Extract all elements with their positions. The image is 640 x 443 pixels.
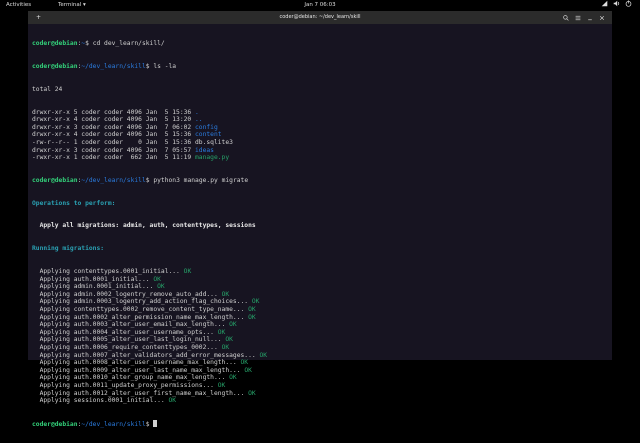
- migration-line: Applying auth.0001_initial... OK: [32, 276, 610, 284]
- menu-icon[interactable]: [573, 13, 582, 22]
- migration-line: Applying contenttypes.0001_initial... OK: [32, 268, 610, 276]
- volume-icon[interactable]: [613, 0, 620, 12]
- migration-text: Applying admin.0002_logentry_remove_auto…: [32, 290, 222, 298]
- migration-text: Applying auth.0007_alter_validators_add_…: [32, 351, 260, 359]
- ok-status: OK: [217, 328, 226, 336]
- migration-text: Applying contenttypes.0002_remove_conten…: [32, 305, 249, 313]
- migration-line: Applying contenttypes.0002_remove_conten…: [32, 306, 610, 314]
- prompt-line: coder@debian:~/dev_learn/skill$: [32, 419, 610, 428]
- title-bar: + coder@debian: ~/dev_learn/skill: [28, 11, 612, 24]
- migration-text: Applying contenttypes.0001_initial...: [32, 268, 184, 275]
- migration-text: Applying auth.0005_alter_user_last_login…: [32, 336, 226, 344]
- migration-line: Applying auth.0012_alter_user_first_name…: [32, 390, 610, 398]
- migration-line: Applying auth.0011_update_proxy_permissi…: [32, 382, 610, 390]
- ls-row: -rw-r--r-- 1 coder coder 0 Jan 5 15:36 d…: [32, 139, 610, 147]
- file-name: ideas: [195, 146, 214, 154]
- ls-row: drwxr-xr-x 3 coder coder 4096 Jan 7 05:5…: [32, 147, 610, 155]
- file-name: content: [195, 131, 222, 139]
- output-heading: Running migrations:: [32, 245, 105, 253]
- search-icon[interactable]: [561, 13, 570, 22]
- ok-status: OK: [221, 343, 230, 351]
- migration-text: Applying auth.0009_alter_user_last_name_…: [32, 366, 245, 374]
- ls-row: drwxr-xr-x 3 coder coder 4096 Jan 7 06:0…: [32, 124, 610, 132]
- command-text: ls -la: [153, 62, 177, 70]
- command-text: python3 manage.py migrate: [153, 176, 249, 184]
- migration-text: Applying auth.0011_update_proxy_permissi…: [32, 381, 218, 389]
- migration-line: Applying admin.0003_logentry_add_action_…: [32, 298, 610, 306]
- ls-row: -rwxr-xr-x 1 coder coder 662 Jan 5 11:19…: [32, 154, 610, 162]
- file-name: config: [195, 123, 218, 131]
- ok-status: OK: [225, 336, 233, 344]
- migration-text: Applying auth.0003_alter_user_email_max_…: [32, 321, 230, 329]
- text-cursor: [153, 419, 158, 427]
- migration-text: Applying sessions.0001_initial...: [32, 397, 169, 405]
- minimize-icon[interactable]: [585, 13, 594, 22]
- clock[interactable]: Jan 7 06:03: [0, 0, 640, 11]
- file-name: .: [195, 108, 199, 116]
- window-title: coder@debian: ~/dev_learn/skill: [279, 14, 361, 20]
- file-meta: -rw-r--r-- 1 coder coder 0 Jan 5 15:36: [32, 138, 196, 146]
- ls-row: drwxr-xr-x 4 coder coder 4096 Jan 5 15:3…: [32, 131, 610, 139]
- migration-line: Applying admin.0001_initial... OK: [32, 283, 610, 291]
- output-line: Apply all migrations: admin, auth, conte…: [32, 222, 256, 230]
- migration-line: Applying sessions.0001_initial... OK: [32, 397, 610, 405]
- output-heading: Operations to perform:: [32, 199, 116, 207]
- ok-status: OK: [248, 305, 256, 313]
- migration-text: Applying admin.0003_logentry_add_action_…: [32, 298, 252, 306]
- migration-text: Applying auth.0006_require_contenttypes_…: [32, 343, 222, 351]
- power-icon[interactable]: [625, 0, 632, 12]
- migration-text: Applying auth.0012_alter_user_first_name…: [32, 389, 249, 397]
- migration-text: Applying auth.0002_alter_permission_name…: [32, 313, 249, 321]
- file-meta: drwxr-xr-x 4 coder coder 4096 Jan 5 15:3…: [32, 131, 196, 139]
- terminal-window: + coder@debian: ~/dev_learn/skill coder@…: [28, 11, 612, 428]
- migration-text: Applying auth.0001_initial...: [32, 275, 154, 283]
- terminal-output[interactable]: coder@debian:~$ cd dev_learn/skill/ code…: [32, 25, 610, 428]
- command-text: cd dev_learn/skill/: [92, 40, 165, 48]
- migration-line: Applying auth.0007_alter_validators_add_…: [32, 352, 610, 360]
- top-bar: Activities Terminal ▾ Jan 7 06:03: [0, 0, 640, 11]
- file-meta: drwxr-xr-x 3 coder coder 4096 Jan 7 05:5…: [32, 146, 196, 154]
- ok-status: OK: [221, 290, 230, 298]
- file-name: ..: [195, 116, 203, 124]
- migration-text: Applying auth.0010_alter_group_name_max_…: [32, 374, 230, 382]
- ok-status: OK: [248, 313, 256, 321]
- ok-status: OK: [168, 397, 177, 405]
- ok-status: OK: [217, 381, 226, 389]
- ok-status: OK: [229, 321, 237, 329]
- migration-line: Applying auth.0006_require_contenttypes_…: [32, 344, 610, 352]
- file-name: db.sqlite3: [195, 138, 233, 146]
- ok-status: OK: [183, 268, 192, 275]
- migration-line: Applying auth.0009_alter_user_last_name_…: [32, 367, 610, 375]
- migration-line: Applying auth.0005_alter_user_last_login…: [32, 336, 610, 344]
- migration-line: Applying auth.0004_alter_user_username_o…: [32, 329, 610, 337]
- ok-status: OK: [251, 298, 260, 306]
- ok-status: OK: [240, 359, 249, 367]
- migration-line: Applying auth.0010_alter_group_name_max_…: [32, 374, 610, 382]
- migration-line: Applying auth.0008_alter_user_username_m…: [32, 359, 610, 367]
- ls-row: drwxr-xr-x 4 coder coder 4096 Jan 5 13:2…: [32, 116, 610, 124]
- ok-status: OK: [229, 374, 237, 382]
- file-meta: drwxr-xr-x 3 coder coder 4096 Jan 7 06:0…: [32, 123, 196, 131]
- ls-row: drwxr-xr-x 5 coder coder 4096 Jan 5 15:3…: [32, 109, 610, 117]
- file-meta: drwxr-xr-x 4 coder coder 4096 Jan 5 13:2…: [32, 116, 196, 124]
- ok-status: OK: [248, 389, 256, 397]
- file-meta: drwxr-xr-x 5 coder coder 4096 Jan 5 15:3…: [32, 108, 196, 116]
- output-line: total 24: [32, 85, 63, 93]
- migration-text: Applying auth.0008_alter_user_username_m…: [32, 359, 241, 367]
- prompt-line: coder@debian:~$ cd dev_learn/skill/: [32, 40, 165, 48]
- migration-line: Applying admin.0002_logentry_remove_auto…: [32, 291, 610, 299]
- migration-line: Applying auth.0003_alter_user_email_max_…: [32, 321, 610, 329]
- file-meta: -rwxr-xr-x 1 coder coder 662 Jan 5 11:19: [32, 154, 196, 162]
- ok-status: OK: [244, 366, 252, 374]
- ok-status: OK: [157, 283, 165, 291]
- prompt-line: coder@debian:~/dev_learn/skill$ python3 …: [32, 176, 249, 184]
- migration-text: Applying auth.0004_alter_user_username_o…: [32, 328, 218, 336]
- file-name: manage.py: [195, 154, 230, 162]
- ok-status: OK: [259, 351, 268, 359]
- ok-status: OK: [153, 275, 161, 283]
- migration-line: Applying auth.0002_alter_permission_name…: [32, 314, 610, 322]
- close-icon[interactable]: [597, 13, 606, 22]
- migration-text: Applying admin.0001_initial...: [32, 283, 158, 291]
- prompt-line: coder@debian:~/dev_learn/skill$ ls -la: [32, 62, 177, 70]
